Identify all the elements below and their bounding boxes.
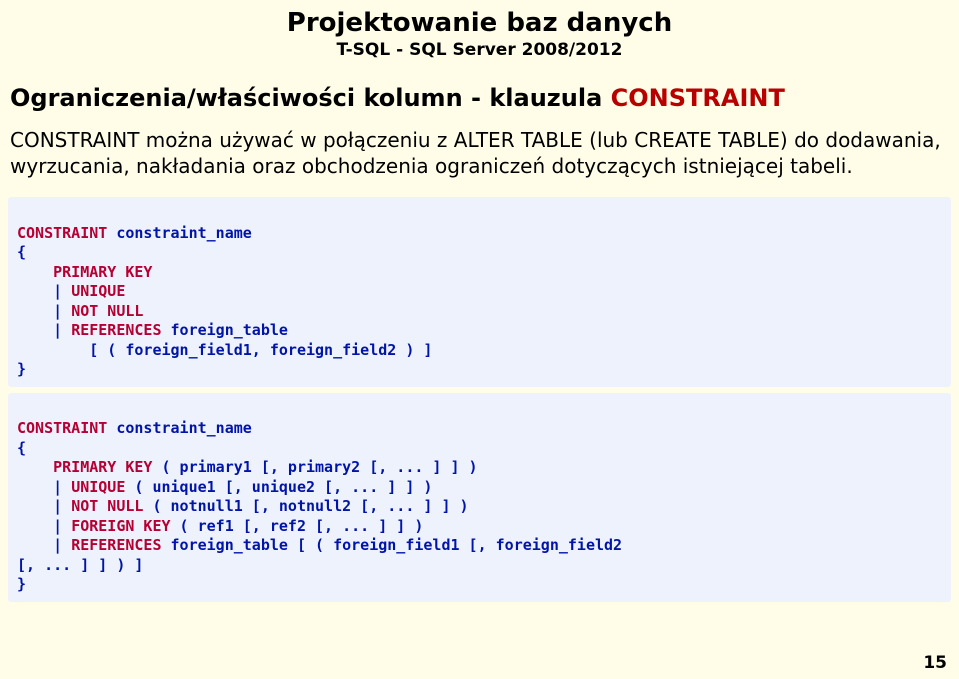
code-text: constraint_name: [116, 224, 251, 242]
code-block-1: CONSTRAINT constraint_name { PRIMARY KEY…: [8, 197, 951, 387]
code-text: |: [17, 497, 71, 515]
code-block-2: CONSTRAINT constraint_name { PRIMARY KEY…: [8, 393, 951, 602]
heading-text: Ograniczenia/właściwości kolumn - klauzu…: [10, 84, 611, 112]
code-keyword: UNIQUE: [71, 478, 125, 496]
section-paragraph: CONSTRAINT można używać w połączeniu z A…: [10, 128, 949, 179]
code-keyword: UNIQUE: [71, 282, 125, 300]
code-text: constraint_name: [116, 419, 251, 437]
code-keyword: PRIMARY KEY: [53, 458, 152, 476]
code-keyword: FOREIGN KEY: [71, 517, 170, 535]
code-text: [17, 263, 53, 281]
code-keyword: REFERENCES: [71, 536, 161, 554]
code-text: ( unique1 [, unique2 [, ... ] ] ): [125, 478, 432, 496]
page-title: Projektowanie baz danych: [0, 8, 959, 38]
code-text: {: [17, 243, 26, 261]
code-keyword: REFERENCES: [71, 321, 161, 339]
code-text: |: [17, 536, 71, 554]
code-text: |: [17, 282, 71, 300]
code-text: ( primary1 [, primary2 [, ... ] ] ): [152, 458, 477, 476]
section-heading: Ograniczenia/właściwości kolumn - klauzu…: [10, 84, 959, 112]
code-text: |: [17, 302, 71, 320]
code-text: [17, 458, 53, 476]
code-text: |: [17, 321, 71, 339]
page-subtitle: T-SQL - SQL Server 2008/2012: [0, 40, 959, 60]
code-text: [ ( foreign_field1, foreign_field2 ) ]: [17, 341, 432, 359]
code-keyword: PRIMARY KEY: [53, 263, 152, 281]
code-text: {: [17, 439, 26, 457]
code-text: }: [17, 360, 26, 378]
code-text: foreign_table [ ( foreign_field1 [, fore…: [162, 536, 623, 554]
code-text: }: [17, 575, 26, 593]
code-text: ( notnull1 [, notnull2 [, ... ] ] ): [143, 497, 468, 515]
code-text: ( ref1 [, ref2 [, ... ] ] ): [171, 517, 424, 535]
heading-keyword: CONSTRAINT: [611, 84, 785, 112]
code-keyword: CONSTRAINT: [17, 419, 116, 437]
code-keyword: CONSTRAINT: [17, 224, 116, 242]
code-keyword: NOT NULL: [71, 497, 143, 515]
code-text: |: [17, 478, 71, 496]
code-text: [, ... ] ] ) ]: [17, 556, 143, 574]
code-text: foreign_table: [162, 321, 288, 339]
code-keyword: NOT NULL: [71, 302, 143, 320]
page-number: 15: [923, 653, 947, 673]
header: Projektowanie baz danych T-SQL - SQL Ser…: [0, 0, 959, 60]
code-text: |: [17, 517, 71, 535]
